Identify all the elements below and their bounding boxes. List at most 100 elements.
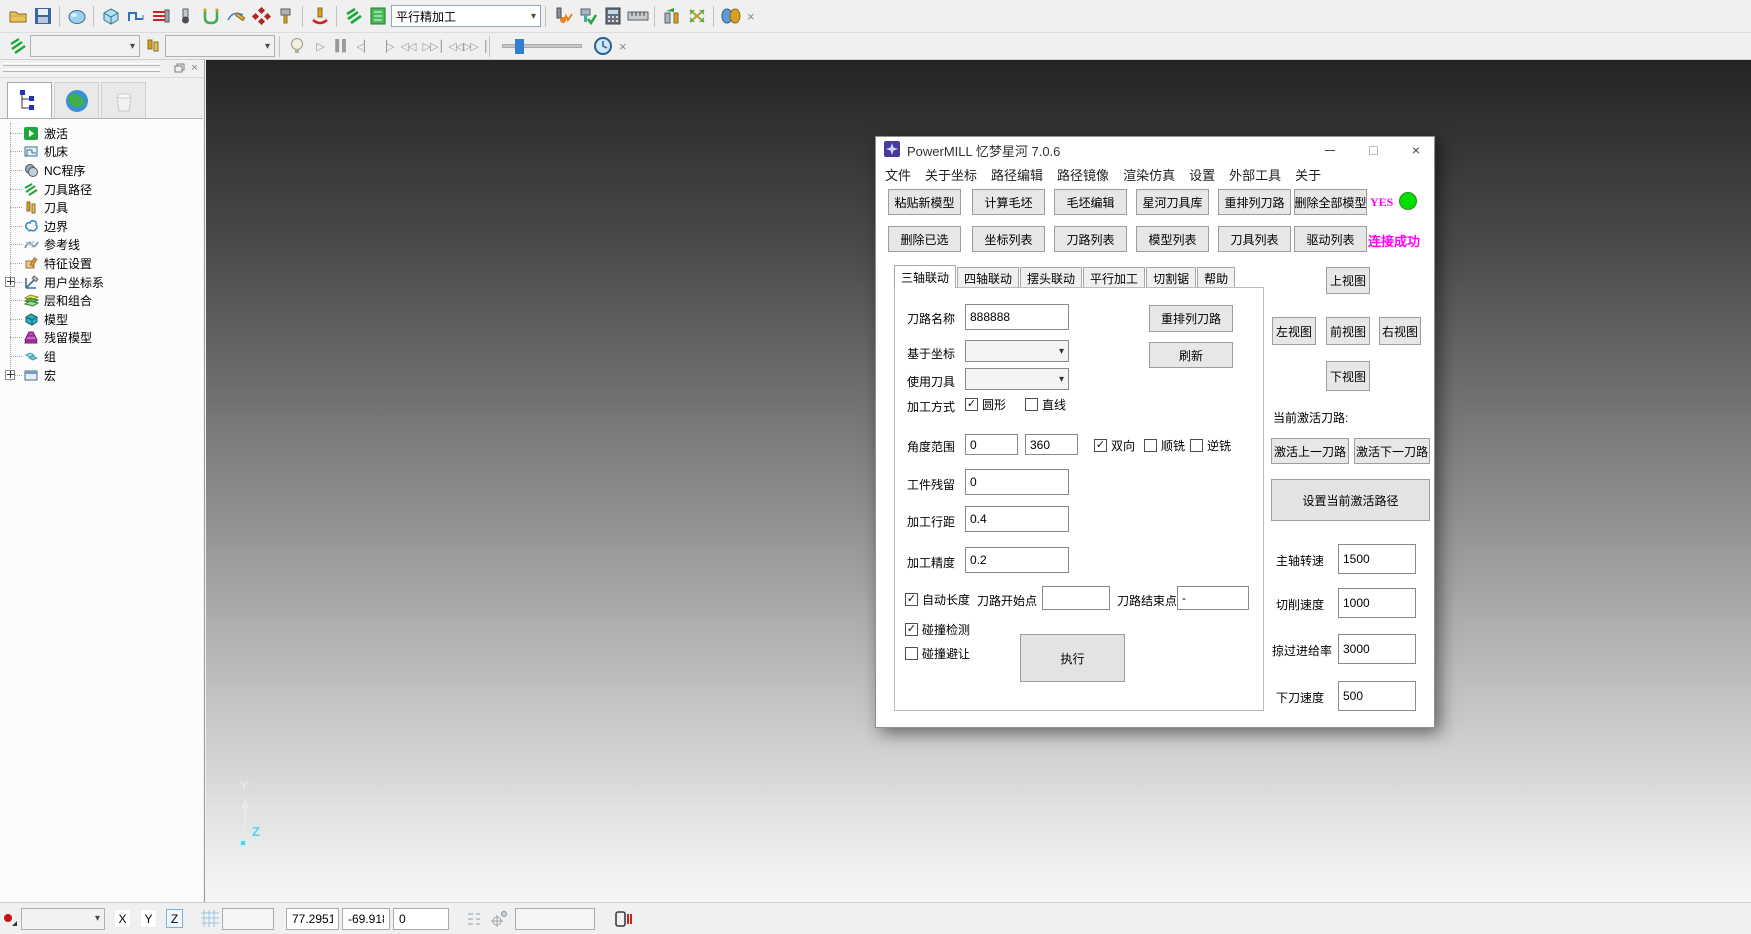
strategy-list-icon[interactable] bbox=[366, 4, 391, 29]
go-to-start-button[interactable]: ▏◁◁ bbox=[441, 36, 463, 56]
left-view-button[interactable]: 左视图 bbox=[1272, 317, 1316, 345]
tab-explorer[interactable] bbox=[7, 82, 52, 118]
tree-item-macros[interactable]: 宏 bbox=[0, 366, 203, 385]
collision-check-icon[interactable] bbox=[550, 4, 575, 29]
rearrange-button[interactable]: 重排列刀路 bbox=[1149, 305, 1233, 332]
tree-item-models[interactable]: 模型 bbox=[0, 310, 203, 329]
fast-forward-button[interactable]: ▷▷ bbox=[419, 36, 441, 56]
delete-all-models-button[interactable]: 删除全部模型 bbox=[1294, 189, 1367, 215]
prev-toolpath-button[interactable]: 激活上一刀路 bbox=[1271, 438, 1349, 464]
slider-handle[interactable] bbox=[515, 39, 524, 54]
boundary-icon[interactable] bbox=[198, 4, 223, 29]
tree-item-patterns[interactable]: 参考线 bbox=[0, 236, 203, 255]
block-icon[interactable] bbox=[98, 4, 123, 29]
toolbar-close-icon[interactable]: × bbox=[615, 39, 631, 54]
block-edit-button[interactable]: 毛坯编辑 bbox=[1054, 189, 1127, 215]
coord-x-field[interactable] bbox=[286, 908, 339, 930]
sim-toolpath-combo[interactable]: ▾ bbox=[30, 35, 140, 57]
pause-button[interactable]: ▌▌ bbox=[331, 36, 353, 56]
play-button[interactable]: ▷ bbox=[309, 36, 331, 56]
menu-about-coords[interactable]: 关于坐标 bbox=[925, 165, 977, 184]
minimize-button[interactable] bbox=[1312, 137, 1348, 163]
point-picker-icon[interactable] bbox=[3, 912, 17, 926]
toolpath-logo-icon[interactable] bbox=[5, 34, 30, 59]
menu-external-tools[interactable]: 外部工具 bbox=[1229, 165, 1281, 184]
angle-end-field[interactable] bbox=[1025, 434, 1078, 455]
menu-path-mirror[interactable]: 路径镜像 bbox=[1057, 165, 1109, 184]
toolpath-strategy-icon[interactable] bbox=[123, 4, 148, 29]
go-to-end-button[interactable]: ▷▷▕ bbox=[463, 36, 485, 56]
expand-icon[interactable] bbox=[5, 277, 15, 287]
right-view-button[interactable]: 右视图 bbox=[1379, 317, 1421, 345]
calculator-icon[interactable] bbox=[600, 4, 625, 29]
panel-close-icon[interactable]: × bbox=[188, 62, 201, 74]
status-combo[interactable]: ▾ bbox=[21, 908, 105, 930]
tree-item-stock-models[interactable]: 残留模型 bbox=[0, 329, 203, 348]
set-active-path-button[interactable]: 设置当前激活路径 bbox=[1271, 479, 1430, 521]
tab-saw[interactable]: 切割锯 bbox=[1146, 267, 1196, 288]
collision-avoid-checkbox[interactable]: 碰撞避让 bbox=[905, 645, 970, 662]
measure-icon[interactable] bbox=[625, 4, 650, 29]
front-view-button[interactable]: 前视图 bbox=[1326, 317, 1370, 345]
tree-item-workplanes[interactable]: 用户坐标系 bbox=[0, 273, 203, 292]
status-message-field[interactable] bbox=[515, 908, 595, 930]
tree-item-feature-sets[interactable]: 特征设置 bbox=[0, 254, 203, 273]
toolpath-list-button[interactable]: 刀路列表 bbox=[1054, 226, 1127, 252]
step-back-button[interactable]: ◁▏ bbox=[353, 36, 375, 56]
rewind-button[interactable]: ◁◁ bbox=[397, 36, 419, 56]
coord-y-field[interactable] bbox=[342, 908, 390, 930]
tool-icon[interactable] bbox=[173, 4, 198, 29]
coord-list-button[interactable]: 坐标列表 bbox=[972, 226, 1045, 252]
top-view-button[interactable]: 上视图 bbox=[1326, 267, 1370, 294]
toolpath-name-field[interactable] bbox=[965, 304, 1069, 330]
tab-three-axis[interactable]: 三轴联动 bbox=[894, 265, 956, 288]
tool-select[interactable]: ▾ bbox=[965, 368, 1069, 390]
tree-item-toolpaths[interactable]: 刀具路径 bbox=[0, 180, 203, 199]
refresh-button[interactable]: 刷新 bbox=[1149, 342, 1233, 368]
compute-block-button[interactable]: 计算毛坯 bbox=[972, 189, 1045, 215]
tree-item-nc-programs[interactable]: NC程序 bbox=[0, 161, 203, 180]
auto-length-checkbox[interactable]: ✓自动长度 bbox=[905, 591, 970, 608]
x-axis-button[interactable]: X bbox=[114, 909, 131, 928]
tab-recycle-bin[interactable] bbox=[101, 82, 146, 118]
tree-item-levels-and-sets[interactable]: 层和组合 bbox=[0, 291, 203, 310]
toolbar-close-icon[interactable]: × bbox=[743, 9, 759, 24]
stepover-field[interactable] bbox=[965, 506, 1069, 532]
base-coord-select[interactable]: ▾ bbox=[965, 340, 1069, 362]
stock-allowance-field[interactable] bbox=[965, 469, 1069, 495]
menu-render-sim[interactable]: 渲染仿真 bbox=[1123, 165, 1175, 184]
angle-start-field[interactable] bbox=[965, 434, 1018, 455]
paste-new-model-button[interactable]: 粘贴新模型 bbox=[888, 189, 961, 215]
y-axis-button[interactable]: Y bbox=[140, 909, 157, 928]
active-strategy-combo[interactable]: 平行精加工 ▾ bbox=[391, 5, 541, 27]
open-project-icon[interactable] bbox=[5, 4, 30, 29]
verify-toolpath-icon[interactable] bbox=[575, 4, 600, 29]
pattern-icon[interactable] bbox=[223, 4, 248, 29]
coord-list-icon[interactable] bbox=[461, 906, 486, 931]
save-project-icon[interactable] bbox=[30, 4, 55, 29]
sim-speed-slider[interactable] bbox=[502, 44, 582, 48]
tab-help[interactable]: 帮助 bbox=[1197, 267, 1235, 288]
powermill-logo-icon[interactable] bbox=[341, 4, 366, 29]
tab-world[interactable] bbox=[54, 82, 99, 118]
sim-tool-icon[interactable] bbox=[140, 34, 165, 59]
step-forward-button[interactable]: ▕▷ bbox=[375, 36, 397, 56]
expand-icon[interactable] bbox=[5, 370, 15, 380]
drive-list-button[interactable]: 驱动列表 bbox=[1294, 226, 1367, 252]
cutting-feed-field[interactable] bbox=[1338, 588, 1416, 618]
close-button[interactable]: × bbox=[1398, 137, 1434, 163]
next-toolpath-button[interactable]: 激活下一刀路 bbox=[1354, 438, 1430, 464]
tool-list-button[interactable]: 刀具列表 bbox=[1218, 226, 1291, 252]
tree-item-boundaries[interactable]: 边界 bbox=[0, 217, 203, 236]
xinghe-tool-library-button[interactable]: 星河刀具库 bbox=[1136, 189, 1209, 215]
menu-path-edit[interactable]: 路径编辑 bbox=[991, 165, 1043, 184]
skim-feed-field[interactable] bbox=[1338, 634, 1416, 664]
simulation-icon[interactable] bbox=[307, 4, 332, 29]
grid-size-field[interactable] bbox=[222, 908, 274, 930]
sim-tool-combo[interactable]: ▾ bbox=[165, 35, 275, 57]
delete-selected-button[interactable]: 删除已选 bbox=[888, 226, 961, 252]
climb-checkbox[interactable]: 顺铣 bbox=[1144, 437, 1185, 454]
grid-toggle-icon[interactable] bbox=[197, 906, 222, 931]
rearrange-toolpaths-button[interactable]: 重排列刀路 bbox=[1218, 189, 1291, 215]
panel-grip[interactable]: × bbox=[0, 60, 204, 78]
